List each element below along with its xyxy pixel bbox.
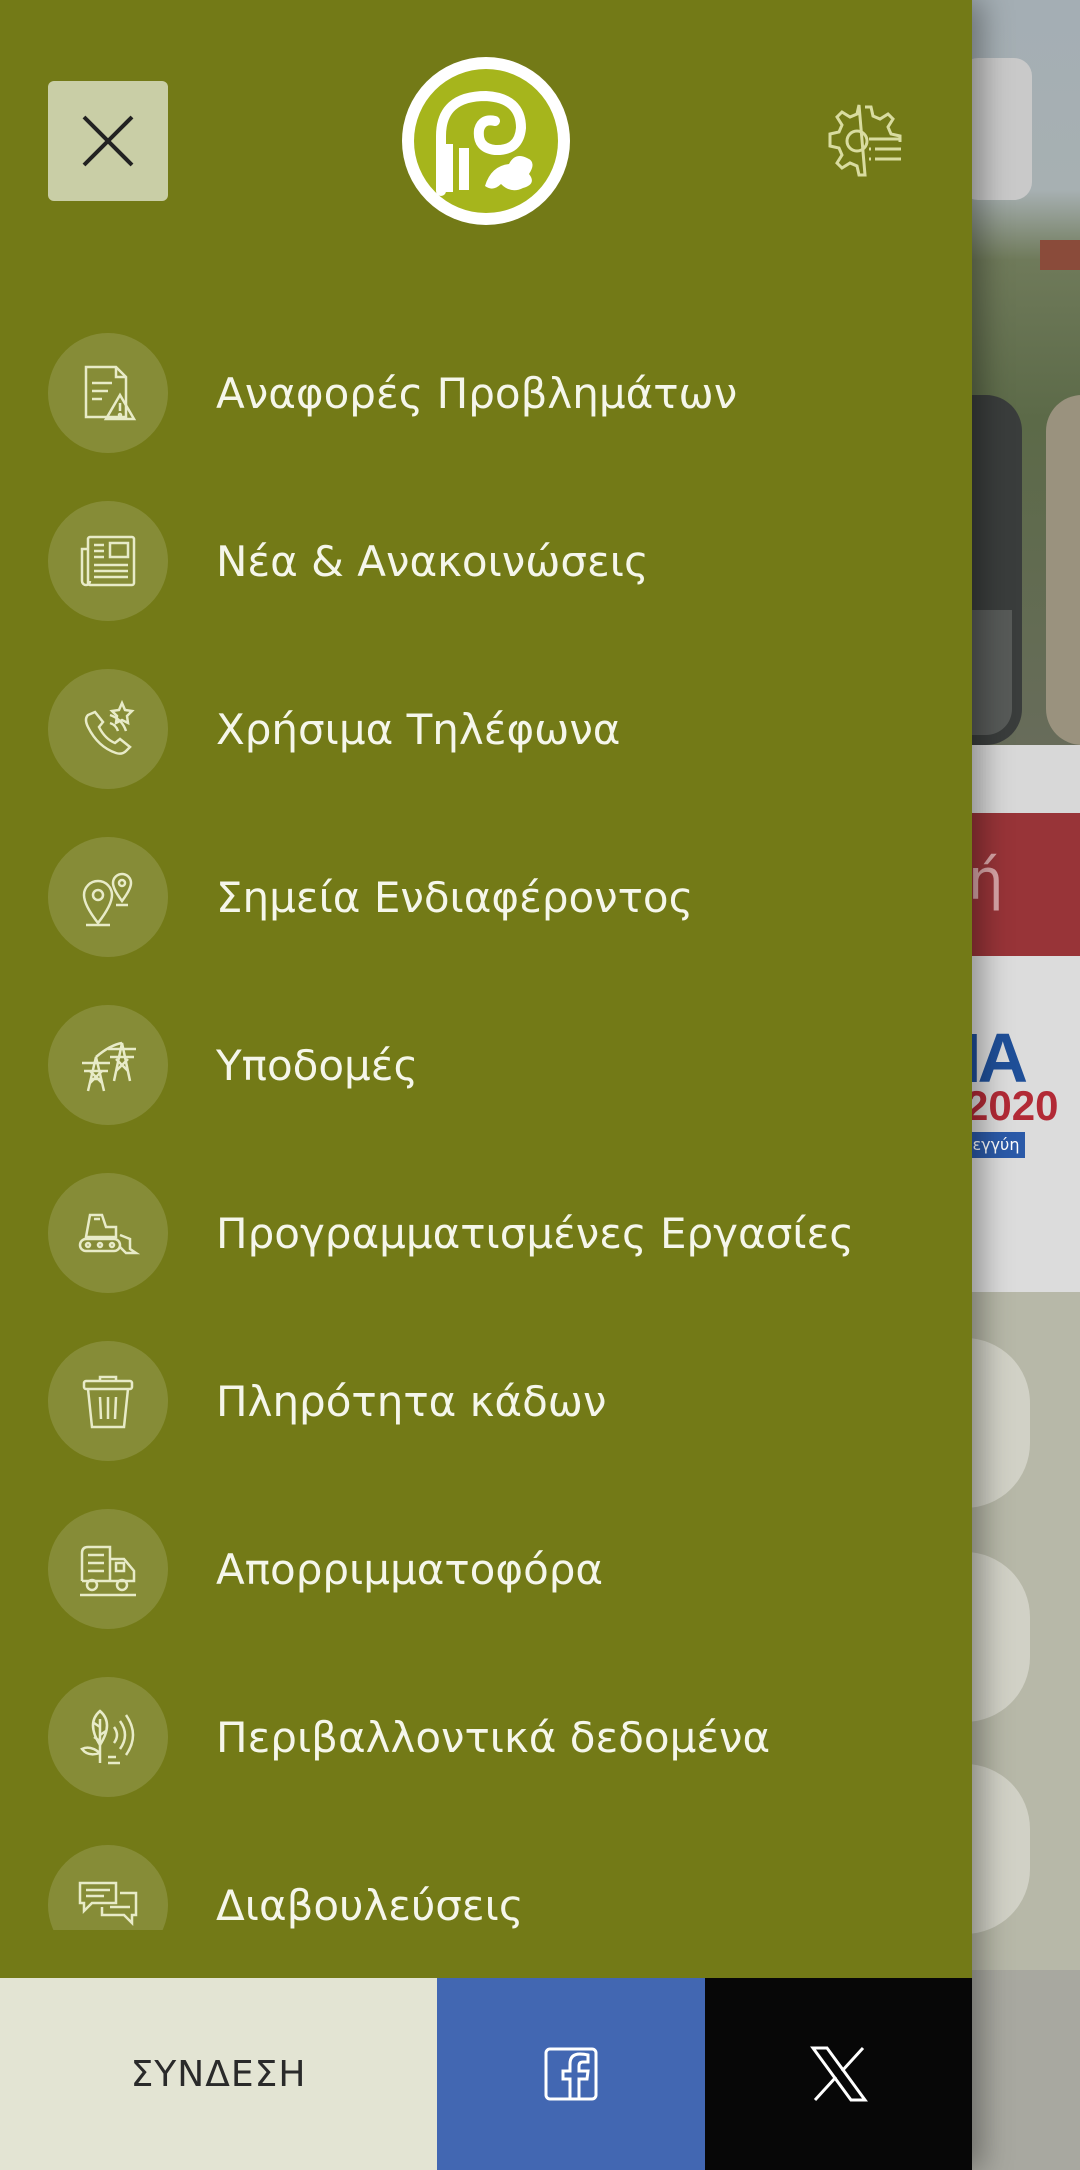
phone-star-icon bbox=[84, 699, 135, 755]
menu-item-label: Σημεία Ενδιαφέροντος bbox=[216, 872, 694, 922]
garbage-truck-icon bbox=[80, 1545, 136, 1597]
background-banner-text: ή bbox=[968, 848, 1004, 913]
menu-item-label: Διαβουλεύσεις bbox=[216, 1880, 524, 1930]
menu-item-bin-fill-level[interactable]: Πληρότητα κάδων bbox=[0, 1331, 972, 1471]
menu-item-label: Υποδομές bbox=[216, 1040, 419, 1090]
chat-bubbles-icon bbox=[78, 1881, 138, 1927]
menu-item-garbage-trucks[interactable]: Απορριμματοφόρα bbox=[0, 1499, 972, 1639]
power-tower-icon bbox=[82, 1041, 136, 1092]
menu-item-problem-reports[interactable]: Αναφορές Προβλημάτων bbox=[0, 323, 972, 463]
background-card bbox=[1046, 395, 1080, 745]
newspaper-icon bbox=[80, 535, 136, 587]
menu-item-news[interactable]: Νέα & Ανακοινώσεις bbox=[0, 491, 972, 631]
menu-item-label: Περιβαλλοντικά δεδομένα bbox=[216, 1712, 771, 1762]
problem-report-icon bbox=[84, 365, 137, 421]
leaf-sensor-icon bbox=[80, 1709, 135, 1765]
menu-item-label: Χρήσιμα Τηλέφωνα bbox=[216, 704, 621, 754]
drawer-bottom-bar: ΣΥΝΔΕΣΗ bbox=[0, 1978, 972, 2170]
map-pin-icon bbox=[82, 872, 133, 927]
x-button[interactable] bbox=[705, 1978, 972, 2170]
menu-item-label: Απορριμματοφόρα bbox=[216, 1544, 604, 1594]
trash-bin-icon bbox=[82, 1375, 134, 1429]
bulldozer-icon bbox=[78, 1213, 140, 1255]
menu-item-label: Πληρότητα κάδων bbox=[216, 1376, 607, 1426]
menu-item-environmental-data[interactable]: Περιβαλλοντικά δεδομένα bbox=[0, 1667, 972, 1807]
background-roof bbox=[1040, 240, 1080, 270]
facebook-icon bbox=[544, 2047, 598, 2101]
menu-item-label: Νέα & Ανακοινώσεις bbox=[216, 536, 649, 586]
menu-item-infrastructure[interactable]: Υποδομές bbox=[0, 995, 972, 1135]
menu-item-scheduled-works[interactable]: Προγραμματισμένες Εργασίες bbox=[0, 1163, 972, 1303]
menu-item-points-of-interest[interactable]: Σημεία Ενδιαφέροντος bbox=[0, 827, 972, 967]
menu-item-consultations[interactable]: Διαβουλεύσεις bbox=[0, 1835, 972, 1930]
login-button[interactable]: ΣΥΝΔΕΣΗ bbox=[0, 1978, 437, 2170]
menu-item-label: Αναφορές Προβλημάτων bbox=[216, 368, 738, 418]
login-label: ΣΥΝΔΕΣΗ bbox=[130, 2053, 307, 2095]
navigation-drawer: Αναφορές Προβλημάτων Νέα & Ανακοινώσεις bbox=[0, 0, 972, 2170]
drawer-menu: Αναφορές Προβλημάτων Νέα & Ανακοινώσεις bbox=[0, 0, 972, 1930]
menu-item-useful-phones[interactable]: Χρήσιμα Τηλέφωνα bbox=[0, 659, 972, 799]
facebook-button[interactable] bbox=[437, 1978, 705, 2170]
x-twitter-icon bbox=[809, 2046, 868, 2102]
background-sponsor-logo-year: 2020 bbox=[965, 1082, 1059, 1129]
background-sponsor-logo-sub: λεγγύη bbox=[963, 1132, 1025, 1158]
menu-item-label: Προγραμματισμένες Εργασίες bbox=[216, 1208, 854, 1258]
